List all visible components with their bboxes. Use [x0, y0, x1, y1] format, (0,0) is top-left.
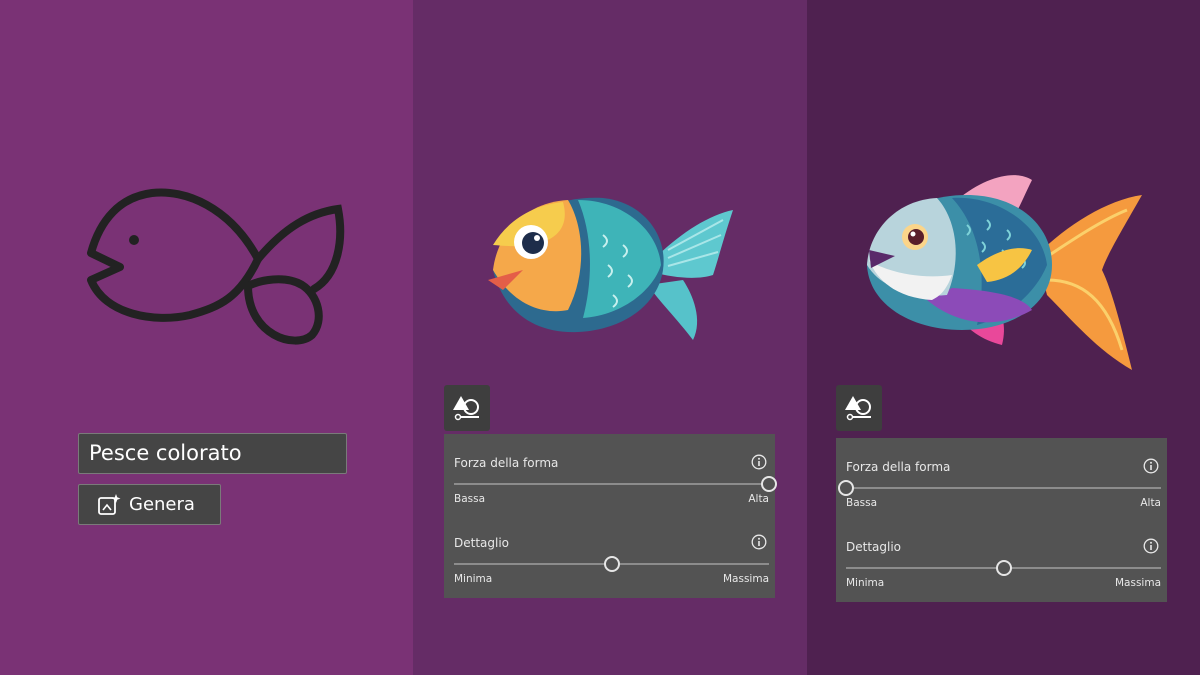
cartoon-fish-image — [488, 197, 733, 340]
shape-strength-control: Forza della forma Bassa Alta — [836, 438, 1167, 518]
structure-settings-panel: Forza della forma Bassa Alta Dettaglio M… — [444, 434, 777, 598]
shape-strength-min-label: Bassa — [454, 493, 486, 505]
shape-strength-track[interactable] — [846, 487, 1161, 489]
shape-strength-max-label: Alta — [1140, 497, 1161, 509]
detail-min-label: Minima — [454, 573, 493, 585]
info-icon[interactable] — [1143, 458, 1159, 474]
result-panel-1: Forza della forma Bassa Alta Dettaglio M… — [413, 0, 807, 675]
detail-label: Dettaglio — [846, 540, 902, 554]
shape-strength-max-label: Alta — [748, 493, 769, 505]
structure-reference-button[interactable] — [444, 385, 490, 431]
sketch-panel: Pesce colorato Genera — [0, 0, 413, 675]
generate-button-label: Genera — [129, 494, 195, 515]
detail-max-label: Massima — [722, 573, 769, 585]
shape-strength-min-label: Bassa — [846, 497, 878, 509]
fish-sketch-icon — [87, 188, 345, 345]
info-icon[interactable] — [751, 454, 767, 470]
detailed-fish-image — [867, 175, 1142, 370]
prompt-input[interactable]: Pesce colorato — [78, 433, 347, 474]
structure-reference-button[interactable] — [836, 385, 882, 431]
detail-label: Dettaglio — [454, 536, 510, 550]
result-panel-2: Forza della forma Bassa Alta Dettaglio M… — [807, 0, 1200, 675]
shape-strength-track[interactable] — [454, 483, 769, 485]
shape-strength-slider-thumb[interactable] — [761, 476, 777, 492]
shape-strength-slider-thumb[interactable] — [838, 480, 854, 496]
shape-strength-control: Forza della forma Bassa Alta — [444, 434, 777, 514]
structure-settings-panel: Forza della forma Bassa Alta Dettaglio M… — [836, 438, 1167, 602]
detail-slider-thumb[interactable] — [995, 560, 1012, 576]
info-icon[interactable] — [751, 534, 767, 550]
sparkle-image-icon — [98, 493, 121, 515]
detail-control: Dettaglio Minima Massima — [836, 518, 1167, 598]
detail-min-label: Minima — [846, 577, 885, 589]
shape-reference-icon — [845, 396, 871, 421]
detail-slider-thumb[interactable] — [603, 556, 620, 572]
shape-strength-label: Forza della forma — [846, 460, 951, 474]
info-icon[interactable] — [1143, 538, 1159, 554]
generate-button[interactable]: Genera — [78, 484, 221, 525]
detail-max-label: Massima — [1114, 577, 1161, 589]
shape-reference-icon — [453, 396, 479, 421]
shape-strength-label: Forza della forma — [454, 456, 559, 470]
detail-control: Dettaglio Minima Massima — [444, 514, 775, 594]
